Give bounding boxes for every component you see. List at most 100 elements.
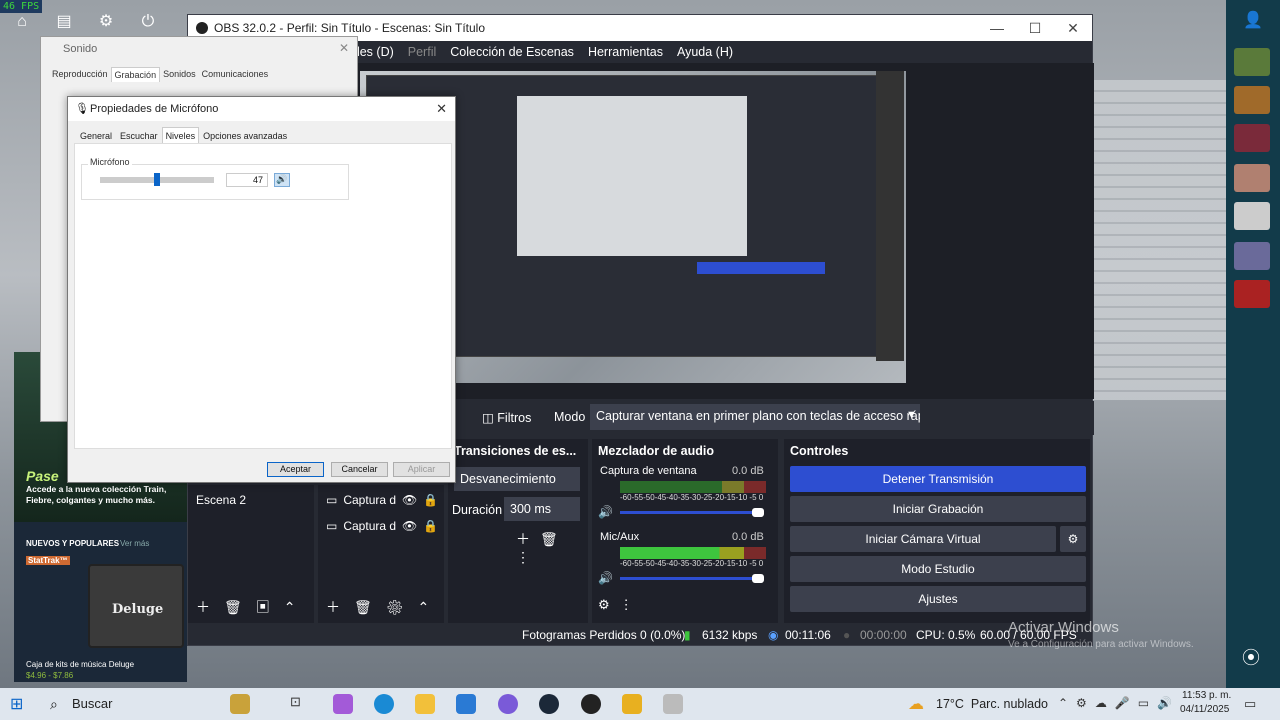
tab-communications[interactable]: Comunicaciones — [199, 67, 272, 82]
sound-tabs: Reproducción Grabación Sonidos Comunicac… — [41, 67, 357, 82]
mic-level-thumb[interactable] — [153, 173, 160, 186]
cancel-button[interactable]: Cancelar — [331, 462, 388, 477]
sources-toolbar[interactable]: ＋🗑⚙⌃ — [326, 597, 443, 617]
gear-icon[interactable]: ⚙ — [1060, 526, 1086, 552]
weather-icon[interactable]: ☁ — [908, 694, 924, 714]
friend-avatar[interactable] — [1234, 48, 1270, 76]
weather-text[interactable]: 17°C Parc. nublado — [936, 697, 1048, 711]
apply-button[interactable]: Aplicar — [393, 462, 450, 477]
chevron-down-icon[interactable]: ▼ — [906, 409, 917, 421]
close-icon[interactable]: ✕ — [436, 101, 447, 117]
friend-avatar[interactable] — [1234, 242, 1270, 270]
taskbar-search[interactable]: Buscar — [72, 696, 112, 711]
mic-properties-dialog[interactable]: Propiedades de Micrófono 🎙 ✕ General Esc… — [67, 96, 456, 483]
mode-select[interactable]: Capturar ventana en primer plano con tec… — [590, 404, 920, 430]
store-icon[interactable] — [456, 694, 476, 714]
clock-time[interactable]: 11:53 p. m. — [1182, 690, 1231, 701]
speaker-icon[interactable]: 🔊 — [598, 571, 613, 585]
friend-avatar[interactable] — [1234, 124, 1270, 152]
power-icon[interactable]: ⏻ — [138, 12, 158, 32]
tab-recording[interactable]: Grabación — [110, 67, 161, 82]
close-icon[interactable]: ✕ — [339, 41, 349, 55]
source-label: Captura d — [343, 519, 397, 533]
lock-icon[interactable]: 🔒 — [423, 493, 438, 507]
obs-icon[interactable] — [581, 694, 601, 714]
microphone-icon: 🎙 — [75, 103, 89, 115]
volume-slider-handle[interactable] — [752, 574, 764, 583]
friend-avatar[interactable] — [1234, 86, 1270, 114]
tab-playback[interactable]: Reproducción — [49, 67, 111, 82]
library-icon[interactable]: ▤ — [54, 12, 74, 32]
transition-select[interactable]: Desvanecimiento — [454, 467, 580, 491]
friend-avatar[interactable] — [1234, 164, 1270, 192]
sound-titlebar: Sonido — [41, 37, 357, 61]
task-view-icon[interactable]: ⊡ — [290, 694, 310, 714]
winamp-icon[interactable] — [622, 694, 642, 714]
friend-avatar[interactable] — [1234, 202, 1270, 230]
stattrak-tag: StatTrak™ — [26, 556, 70, 565]
stream-icon: ◉ — [768, 628, 779, 642]
see-more-link[interactable]: Ver más — [120, 539, 149, 548]
speaker-icon[interactable]: 🔊 — [274, 173, 290, 187]
studio-mode-button[interactable]: Modo Estudio — [790, 556, 1086, 582]
friends-sidebar: 👤 ⦿ — [1226, 0, 1280, 688]
sources-dock: ▭ Captura d 👁 🔒 ▭ Captura d 👁 🔒 ＋🗑⚙⌃ — [318, 485, 444, 623]
start-virtualcam-button[interactable]: Iniciar Cámara Virtual — [790, 526, 1056, 552]
scenes-toolbar[interactable]: ＋🗑▣⌃ — [196, 597, 310, 617]
home-icon[interactable]: ⌂ — [12, 12, 32, 32]
volume-slider[interactable] — [620, 577, 764, 580]
tab-sounds[interactable]: Sonidos — [160, 67, 199, 82]
source-item[interactable]: ▭ Captura d 👁 🔒 — [326, 493, 438, 507]
mixer-toolbar[interactable]: ⚙⋮ — [598, 597, 643, 613]
menu-item-help[interactable]: Ayuda (H) — [677, 45, 733, 59]
discord-icon[interactable] — [498, 694, 518, 714]
filter-icon: ◫ — [482, 411, 494, 425]
system-tray-icons[interactable]: ⌃⚙☁🎤▭🔊 — [1058, 696, 1180, 710]
taskbar: ⊞ ⌕ Buscar ⊡ ☁ 17°C Parc. nublado ⌃⚙☁🎤▭🔊… — [0, 688, 1280, 720]
filters-button[interactable]: ◫ Filtros — [482, 410, 531, 425]
volume-slider[interactable] — [620, 511, 764, 514]
transitions-toolbar[interactable]: ＋🗑⋮ — [516, 529, 588, 566]
lock-icon[interactable]: 🔒 — [423, 519, 438, 533]
duration-spinbox[interactable]: 300 ms — [504, 497, 580, 521]
speaker-icon[interactable]: 🔊 — [598, 505, 613, 519]
channel-db: 0.0 dB — [732, 531, 764, 543]
friend-avatar[interactable] — [1234, 280, 1270, 308]
channel-name: Captura de ventana — [600, 465, 697, 477]
start-recording-button[interactable]: Iniciar Grabación — [790, 496, 1086, 522]
volume-slider-handle[interactable] — [752, 508, 764, 517]
mic-level-group: Micrófono 47 🔊 — [81, 157, 349, 200]
windows-start-icon[interactable]: ⊞ — [10, 694, 23, 714]
menu-item-tools[interactable]: Herramientas — [588, 45, 663, 59]
scene-item[interactable]: Escena 2 — [196, 493, 246, 507]
menu-item-scene-collection[interactable]: Colección de Escenas — [450, 45, 574, 59]
ok-button[interactable]: Aceptar — [267, 462, 324, 477]
close-button[interactable]: ✕ — [1054, 15, 1092, 41]
copilot-icon[interactable] — [333, 694, 353, 714]
clock-date[interactable]: 04/11/2025 — [1180, 704, 1229, 715]
steam-icon[interactable] — [539, 694, 559, 714]
source-item[interactable]: ▭ Captura d 👁 🔒 — [326, 519, 438, 533]
broadcast-icon[interactable]: ⦿ — [1242, 644, 1260, 670]
menu-item-profile[interactable]: Perfil — [408, 45, 436, 59]
maximize-button[interactable]: ☐ — [1016, 15, 1054, 41]
audio-icon[interactable] — [663, 694, 683, 714]
search-icon[interactable]: ⌕ — [50, 696, 58, 713]
friends-icon[interactable]: 👤 — [1243, 10, 1263, 30]
file-explorer-icon[interactable] — [415, 694, 435, 714]
stop-stream-button[interactable]: Detener Transmisión — [790, 466, 1086, 492]
minimize-button[interactable]: — — [978, 15, 1016, 41]
levels-panel: Micrófono 47 🔊 — [74, 143, 452, 449]
gear-icon[interactable]: ⚙ — [96, 12, 116, 32]
source-label: Captura d — [343, 493, 397, 507]
bitrate: 6132 kbps — [702, 628, 758, 642]
notifications-icon[interactable]: ▭ — [1244, 696, 1256, 712]
source-toolbar: ◫ Filtros Modo Capturar ventana en prime… — [456, 401, 1094, 435]
controls-dock: Controles Detener Transmisión Iniciar Gr… — [784, 439, 1090, 623]
mic-level-input[interactable]: 47 — [226, 173, 268, 187]
eye-icon[interactable]: 👁 — [402, 493, 417, 507]
settings-button[interactable]: Ajustes — [790, 586, 1086, 612]
edge-icon[interactable] — [374, 694, 394, 714]
pharaoh-icon[interactable] — [230, 694, 250, 714]
eye-icon[interactable]: 👁 — [402, 519, 417, 533]
